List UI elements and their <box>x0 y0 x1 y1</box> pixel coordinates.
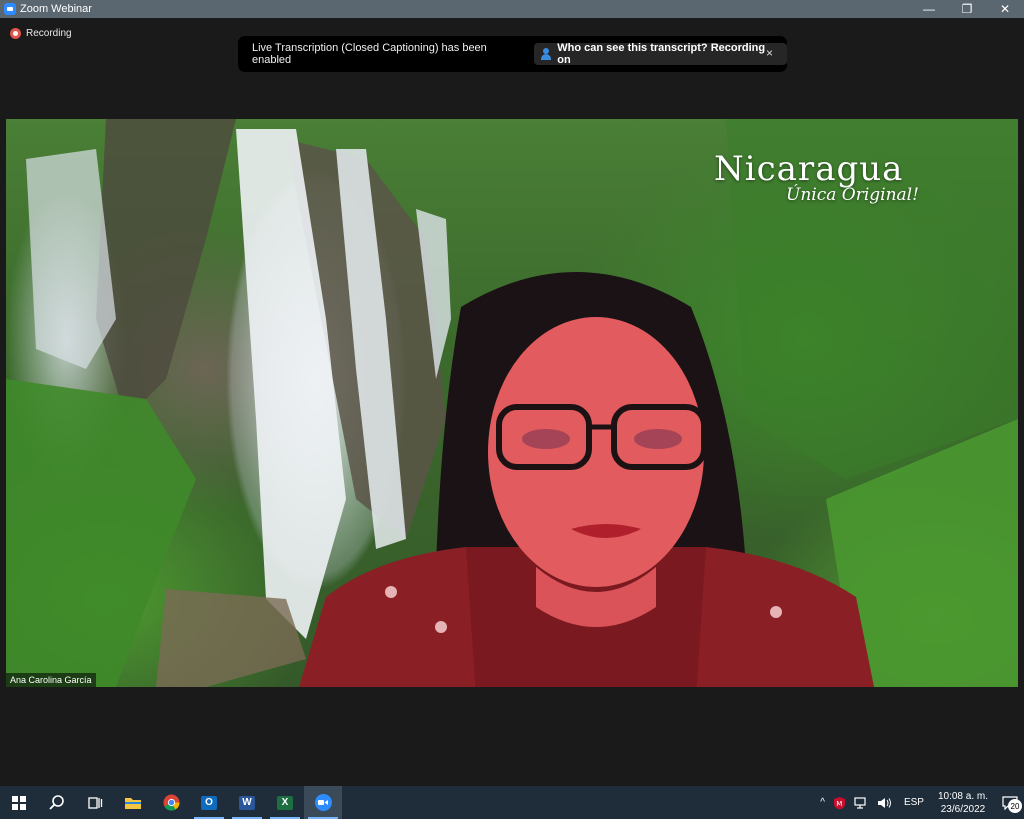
security-shield-icon[interactable]: M <box>833 796 846 810</box>
file-explorer-icon <box>125 798 141 809</box>
close-button[interactable]: ✕ <box>986 0 1024 18</box>
input-language[interactable]: ESP <box>904 797 924 808</box>
minimize-button[interactable]: — <box>910 0 948 18</box>
outlook-icon: O <box>201 795 217 810</box>
excel-button[interactable]: X <box>266 786 304 819</box>
zoom-app-icon <box>4 3 16 15</box>
system-tray: ^ M ESP 10:08 a. m. 23/6/2022 20 <box>816 786 1024 819</box>
person-icon <box>540 48 552 60</box>
transcript-link-label: Who can see this transcript? Recording o… <box>557 42 766 66</box>
participant-name-tag: Ana Carolina García <box>6 673 96 687</box>
banner-message: Live Transcription (Closed Captioning) h… <box>252 42 487 66</box>
chrome-button[interactable] <box>152 786 190 819</box>
search-button[interactable] <box>38 786 76 819</box>
svg-text:M: M <box>836 800 842 808</box>
search-icon <box>49 794 64 810</box>
clock-date: 23/6/2022 <box>940 803 986 815</box>
window-title-bar: Zoom Webinar — ❐ ✕ <box>0 0 1024 18</box>
file-explorer-button[interactable] <box>114 786 152 819</box>
chrome-icon <box>163 794 180 811</box>
action-center-button[interactable]: 20 <box>996 786 1024 819</box>
volume-icon[interactable] <box>877 797 892 809</box>
notification-count-badge: 20 <box>1008 799 1022 813</box>
word-button[interactable]: W <box>228 786 266 819</box>
recording-indicator[interactable]: Recording <box>10 28 72 39</box>
excel-icon: X <box>277 795 293 810</box>
zoom-stage: Recording Live Transcription (Closed Cap… <box>0 18 1024 786</box>
restore-button[interactable]: ❐ <box>948 0 986 18</box>
window-title: Zoom Webinar <box>20 3 92 15</box>
show-hidden-icons-chevron-icon[interactable]: ^ <box>820 797 825 808</box>
logo-title: Nicaragua <box>714 149 904 189</box>
speaker-video[interactable]: Nicaragua Única Original! Ana Carolina G… <box>6 119 1018 687</box>
clock[interactable]: 10:08 a. m. 23/6/2022 <box>938 790 988 816</box>
nicaragua-logo: Nicaragua Única Original! <box>714 149 919 205</box>
logo-subtitle: Única Original! <box>786 185 919 205</box>
recording-dot-icon <box>10 28 21 39</box>
outlook-button[interactable]: O <box>190 786 228 819</box>
word-icon: W <box>239 795 255 810</box>
banner-close-icon[interactable]: × <box>766 46 773 60</box>
windows-taskbar: O W X ^ M ESP 10:08 a. m. 23/6/2022 20 <box>0 786 1024 819</box>
network-icon[interactable] <box>854 796 869 809</box>
transcription-banner: Live Transcription (Closed Captioning) h… <box>238 36 787 72</box>
start-button[interactable] <box>0 786 38 819</box>
start-icon <box>12 795 26 810</box>
clock-time: 10:08 a. m. <box>937 790 988 802</box>
presenter-silhouette <box>299 272 874 687</box>
transcript-visibility-link[interactable]: Who can see this transcript? Recording o… <box>534 42 787 66</box>
recording-label: Recording <box>26 28 72 39</box>
zoom-icon <box>314 794 332 811</box>
zoom-taskbar-button[interactable] <box>304 786 342 819</box>
task-view-button[interactable] <box>76 786 114 819</box>
task-view-icon <box>88 796 103 809</box>
